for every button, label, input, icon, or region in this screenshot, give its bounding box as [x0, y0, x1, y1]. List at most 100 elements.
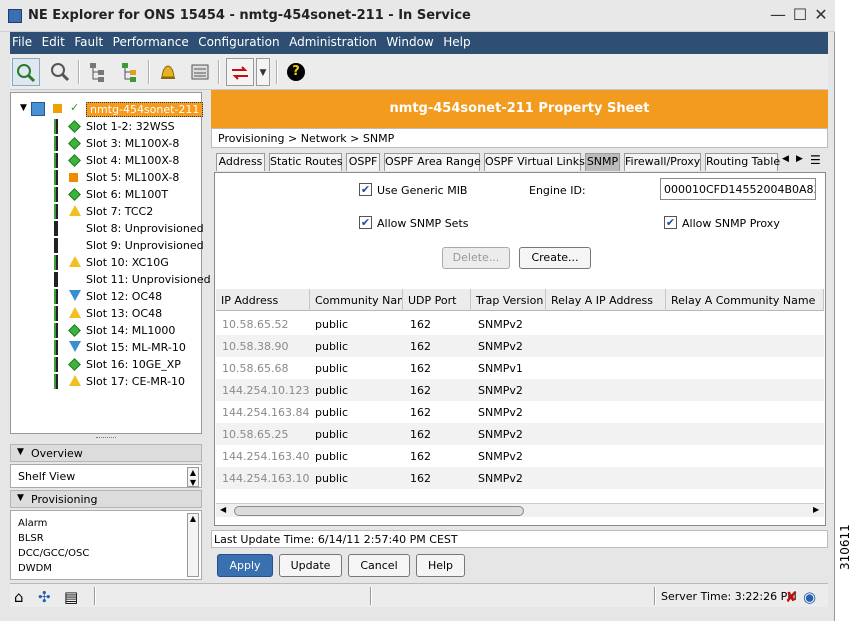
update-button[interactable]: Update: [279, 554, 342, 577]
scroll-left-icon[interactable]: ◀: [220, 505, 226, 514]
provisioning-item-dwdm[interactable]: DWDM: [18, 563, 52, 574]
scroll-down-icon[interactable]: ▼: [188, 478, 198, 488]
tree-item[interactable]: Slot 5: ML100X-8: [11, 169, 201, 186]
scroll-right-icon[interactable]: ▶: [813, 505, 819, 514]
tree-item[interactable]: Slot 3: ML100X-8: [11, 135, 201, 152]
tab-routing-table[interactable]: Routing Table: [705, 153, 780, 171]
shelf-view-item[interactable]: Shelf View: [18, 470, 75, 483]
tree-item[interactable]: Slot 4: ML100X-8: [11, 152, 201, 169]
slot-card-icon: [54, 272, 58, 287]
alarm-bell-icon[interactable]: [154, 58, 182, 86]
tab-snmp[interactable]: SNMP: [585, 153, 620, 171]
card-view-icon[interactable]: ▤: [64, 588, 78, 606]
help-button[interactable]: Help: [416, 554, 465, 577]
provisioning-scrollbar[interactable]: ▲: [187, 513, 199, 577]
table-row[interactable]: 144.254.10.123 public 162 SNMPv2: [216, 379, 824, 401]
tree-item[interactable]: Slot 7: TCC2: [11, 203, 201, 220]
column-header-udp-port[interactable]: UDP Port: [403, 289, 471, 311]
overview-scrollbar[interactable]: ▲ ▼: [187, 467, 199, 487]
tab-list-icon[interactable]: ☰: [810, 153, 821, 167]
expand-chevron-down-icon[interactable]: ▼: [20, 103, 27, 113]
apply-button[interactable]: Apply: [217, 554, 273, 577]
tree-item[interactable]: Slot 17: CE-MR-10: [11, 373, 201, 390]
use-generic-mib-checkbox[interactable]: ✔: [359, 183, 372, 196]
overview-header[interactable]: ▼ Overview: [10, 444, 202, 462]
cancel-button[interactable]: Cancel: [348, 554, 410, 577]
tree-root-label[interactable]: nmtg-454sonet-211: [86, 102, 204, 117]
card-icon[interactable]: [186, 58, 214, 86]
zoom-out-icon[interactable]: [46, 58, 74, 86]
tree-up-icon[interactable]: [84, 58, 112, 86]
tab-firewall-proxy[interactable]: Firewall/Proxy: [624, 153, 701, 171]
tree-item[interactable]: Slot 16: 10GE_XP: [11, 356, 201, 373]
close-button[interactable]: ✕: [811, 5, 831, 25]
allow-snmp-sets-checkbox[interactable]: ✔: [359, 216, 372, 229]
refresh-icon[interactable]: [226, 58, 254, 86]
tree-item[interactable]: Slot 14: ML1000: [11, 322, 201, 339]
tab-address[interactable]: Address: [216, 153, 265, 171]
provisioning-item-dcc[interactable]: DCC/GCC/OSC: [18, 548, 89, 559]
column-header-ip-address[interactable]: IP Address: [216, 289, 310, 311]
menu-fault[interactable]: Fault: [74, 32, 103, 49]
refresh-dropdown-chevron-down-icon[interactable]: ▼: [256, 58, 270, 86]
network-icon[interactable]: ✣: [38, 588, 51, 606]
column-header-community-name[interactable]: Community Name: [310, 289, 403, 311]
tree-item[interactable]: Slot 12: OC48: [11, 288, 201, 305]
tree-down-icon[interactable]: [116, 58, 144, 86]
column-header-relay-a-ip[interactable]: Relay A IP Address: [546, 289, 666, 311]
menu-edit[interactable]: Edit: [42, 32, 65, 49]
table-row[interactable]: 144.254.163.10 public 162 SNMPv2: [216, 467, 824, 489]
table-row[interactable]: 10.58.65.52 public 162 SNMPv2: [216, 313, 824, 335]
menu-performance[interactable]: Performance: [113, 32, 189, 49]
maximize-button[interactable]: ☐: [790, 5, 810, 25]
tree-item[interactable]: Slot 13: OC48: [11, 305, 201, 322]
table-row[interactable]: 10.58.38.90 public 162 SNMPv2: [216, 335, 824, 357]
column-header-relay-a-community[interactable]: Relay A Community Name: [666, 289, 824, 311]
tree-item[interactable]: Slot 8: Unprovisioned: [11, 220, 204, 237]
tree-item[interactable]: Slot 1-2: 32WSS: [11, 118, 201, 135]
tree-item[interactable]: Slot 6: ML100T: [11, 186, 201, 203]
scrollbar-thumb[interactable]: [234, 506, 524, 516]
table-row[interactable]: 144.254.163.84 public 162 SNMPv2: [216, 401, 824, 423]
tab-ospf-area-range[interactable]: OSPF Area Range: [384, 153, 481, 171]
create-button[interactable]: Create...: [519, 247, 591, 269]
tab-static-routes[interactable]: Static Routes: [269, 153, 343, 171]
zoom-in-icon[interactable]: [12, 58, 40, 86]
collapse-chevron-down-icon: ▼: [17, 493, 24, 503]
tree-item[interactable]: Slot 10: XC10G: [11, 254, 201, 271]
table-row[interactable]: 10.58.65.68 public 162 SNMPv1: [216, 357, 824, 379]
tab-ospf-virtual-links[interactable]: OSPF Virtual Links: [484, 153, 585, 171]
tab-scroll-left-icon[interactable]: ◀: [782, 154, 789, 164]
provisioning-header[interactable]: ▼ Provisioning: [10, 490, 202, 508]
provisioning-item-blsr[interactable]: BLSR: [18, 533, 44, 544]
help-icon[interactable]: ?: [282, 58, 310, 86]
menu-file[interactable]: File: [12, 32, 32, 49]
splitter-handle[interactable]: [10, 434, 202, 444]
menu-window[interactable]: Window: [386, 32, 433, 49]
scroll-up-icon[interactable]: ▲: [188, 468, 198, 478]
menu-help[interactable]: Help: [443, 32, 470, 49]
scroll-up-icon[interactable]: ▲: [188, 514, 198, 524]
allow-snmp-proxy-checkbox[interactable]: ✔: [664, 216, 677, 229]
home-icon[interactable]: ⌂: [14, 588, 24, 606]
tree-item[interactable]: Slot 11: Unprovisioned: [11, 271, 211, 288]
menu-administration[interactable]: Administration: [289, 32, 377, 49]
tree-item[interactable]: Slot 15: ML-MR-10: [11, 339, 201, 356]
cell-community-name: public: [315, 472, 349, 485]
minor-alarm-icon: [69, 256, 81, 267]
tab-ospf[interactable]: OSPF: [346, 153, 380, 171]
delete-button[interactable]: Delete...: [442, 247, 510, 269]
tree-item[interactable]: Slot 9: Unprovisioned: [11, 237, 204, 254]
tab-scroll-right-icon[interactable]: ▶: [796, 154, 803, 164]
slot-card-icon: [54, 340, 58, 355]
table-row[interactable]: 144.254.163.40 public 162 SNMPv2: [216, 445, 824, 467]
table-row[interactable]: 10.58.65.25 public 162 SNMPv2: [216, 423, 824, 445]
column-header-trap-version[interactable]: Trap Version: [471, 289, 546, 311]
engine-id-field[interactable]: 000010CFD14552004B0A83ED: [660, 178, 816, 200]
menu-configuration[interactable]: Configuration: [198, 32, 279, 49]
horizontal-scrollbar[interactable]: ◀ ▶: [216, 503, 824, 517]
provisioning-item-alarm[interactable]: Alarm: [18, 518, 47, 529]
tree-root[interactable]: ▼ ✓ nmtg-454sonet-211: [11, 101, 204, 118]
minimize-button[interactable]: —: [768, 5, 788, 25]
cell-community-name: public: [315, 340, 349, 353]
